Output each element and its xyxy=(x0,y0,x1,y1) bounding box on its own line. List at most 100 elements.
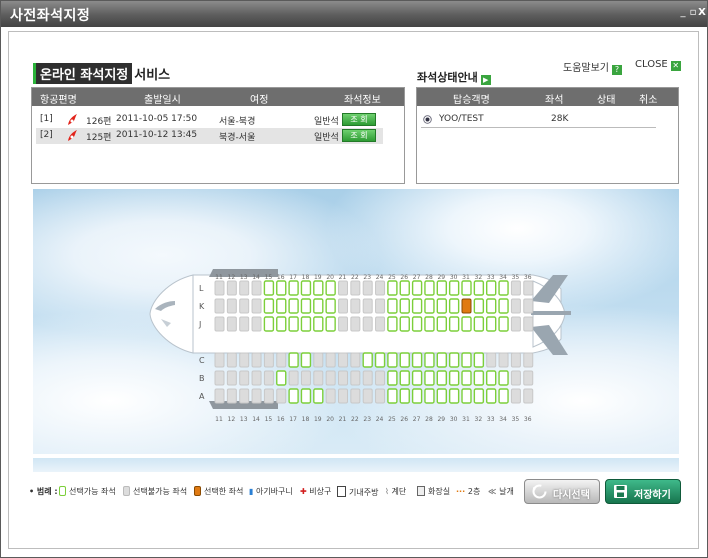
seat-29J[interactable] xyxy=(436,316,447,332)
seat-16L[interactable] xyxy=(276,280,287,296)
seat-28B[interactable] xyxy=(424,370,435,386)
seat-36C xyxy=(523,352,534,368)
seat-32B[interactable] xyxy=(473,370,485,386)
seat-31B[interactable] xyxy=(461,370,472,386)
column-number-top: 23 xyxy=(363,274,371,281)
window-close-button[interactable]: X xyxy=(697,7,707,19)
seat-25J[interactable] xyxy=(387,316,398,332)
seat-31J[interactable] xyxy=(461,316,472,332)
seat-26K[interactable] xyxy=(399,298,410,314)
seat-34K[interactable] xyxy=(498,298,509,314)
seat-29L[interactable] xyxy=(436,280,447,296)
seat-20K[interactable] xyxy=(325,298,336,314)
seat-24C[interactable] xyxy=(374,352,386,368)
seat-15L[interactable] xyxy=(263,280,275,296)
seat-26C[interactable] xyxy=(399,352,410,368)
seat-20L[interactable] xyxy=(325,280,336,296)
seat-32C[interactable] xyxy=(473,352,485,368)
seat-30B[interactable] xyxy=(448,370,460,386)
seat-33K[interactable] xyxy=(486,298,497,314)
seat-26J[interactable] xyxy=(399,316,410,332)
seat-33L[interactable] xyxy=(486,280,497,296)
seat-15K[interactable] xyxy=(263,298,275,314)
seat-30A[interactable] xyxy=(448,388,460,404)
seat-30K[interactable] xyxy=(448,298,460,314)
minimize-button[interactable]: _ xyxy=(678,7,688,19)
seat-25L[interactable] xyxy=(387,280,398,296)
seat-32A[interactable] xyxy=(473,388,485,404)
seat-27K[interactable] xyxy=(411,298,423,314)
close-button[interactable]: CLOSE ✕ xyxy=(635,59,681,71)
reset-button[interactable]: 다시선택 xyxy=(524,479,600,504)
seat-18L[interactable] xyxy=(300,280,312,296)
view-button[interactable]: 조 회 xyxy=(342,113,376,126)
seat-28C[interactable] xyxy=(424,352,435,368)
seat-25A[interactable] xyxy=(387,388,398,404)
view-button[interactable]: 조 회 xyxy=(342,129,376,142)
seat-33J[interactable] xyxy=(486,316,497,332)
seat-17K[interactable] xyxy=(288,298,299,314)
seat-23C[interactable] xyxy=(362,352,373,368)
seat-19J[interactable] xyxy=(313,316,324,332)
seat-29K[interactable] xyxy=(436,298,447,314)
seat-16B[interactable] xyxy=(276,370,287,386)
flight-row-1[interactable]: [1] 126편 2011-10-05 17:50 서울-북경 일반석 조 회 xyxy=(36,112,383,128)
seat-31K[interactable] xyxy=(461,298,472,314)
seat-34L[interactable] xyxy=(498,280,509,296)
passenger-row[interactable]: YOO/TEST 28K xyxy=(421,112,656,128)
seat-26L[interactable] xyxy=(399,280,410,296)
seat-30C[interactable] xyxy=(448,352,460,368)
seat-25K[interactable] xyxy=(387,298,398,314)
seat-17J[interactable] xyxy=(288,316,299,332)
seat-17C[interactable] xyxy=(288,352,299,368)
seat-31A[interactable] xyxy=(461,388,472,404)
seat-32L[interactable] xyxy=(473,280,485,296)
seat-32J[interactable] xyxy=(473,316,485,332)
flight-row-2[interactable]: [2] 125편 2011-10-12 13:45 북경-서울 일반석 조 회 xyxy=(36,128,383,144)
seat-25C[interactable] xyxy=(387,352,398,368)
seat-27J[interactable] xyxy=(411,316,423,332)
seat-28K[interactable] xyxy=(424,298,435,314)
seat-18C[interactable] xyxy=(300,352,312,368)
save-button[interactable]: 저장하기 xyxy=(605,479,681,504)
seat-16J[interactable] xyxy=(276,316,287,332)
seat-34J[interactable] xyxy=(498,316,509,332)
seat-28A[interactable] xyxy=(424,388,435,404)
seat-31C[interactable] xyxy=(461,352,472,368)
seat-18J[interactable] xyxy=(300,316,312,332)
seat-29C[interactable] xyxy=(436,352,447,368)
radio-selected-icon[interactable] xyxy=(423,115,432,124)
seat-18K[interactable] xyxy=(300,298,312,314)
seat-26B[interactable] xyxy=(399,370,410,386)
seat-17L[interactable] xyxy=(288,280,299,296)
column-number-bottom: 16 xyxy=(277,416,285,423)
seat-27C[interactable] xyxy=(411,352,423,368)
seat-20J[interactable] xyxy=(325,316,336,332)
help-button[interactable]: 도움말보기? xyxy=(563,59,622,75)
seat-18A[interactable] xyxy=(300,388,312,404)
seat-34A[interactable] xyxy=(498,388,509,404)
seat-19A[interactable] xyxy=(313,388,324,404)
seat-30J[interactable] xyxy=(448,316,460,332)
seat-27L[interactable] xyxy=(411,280,423,296)
seat-34B[interactable] xyxy=(498,370,509,386)
seat-16K[interactable] xyxy=(276,298,287,314)
seat-33B[interactable] xyxy=(486,370,497,386)
seat-19K[interactable] xyxy=(313,298,324,314)
seat-30L[interactable] xyxy=(448,280,460,296)
seat-26A[interactable] xyxy=(399,388,410,404)
seat-19L[interactable] xyxy=(313,280,324,296)
seat-15J[interactable] xyxy=(263,316,275,332)
seat-27B[interactable] xyxy=(411,370,423,386)
seat-29A[interactable] xyxy=(436,388,447,404)
seat-status-guide-link[interactable]: 좌석상태안내 ▶ xyxy=(417,69,491,85)
seat-32K[interactable] xyxy=(473,298,485,314)
seat-27A[interactable] xyxy=(411,388,423,404)
seat-29B[interactable] xyxy=(436,370,447,386)
seat-17A[interactable] xyxy=(288,388,299,404)
seat-25B[interactable] xyxy=(387,370,398,386)
seat-28J[interactable] xyxy=(424,316,435,332)
seat-31L[interactable] xyxy=(461,280,472,296)
seat-33A[interactable] xyxy=(486,388,497,404)
seat-28L[interactable] xyxy=(424,280,435,296)
